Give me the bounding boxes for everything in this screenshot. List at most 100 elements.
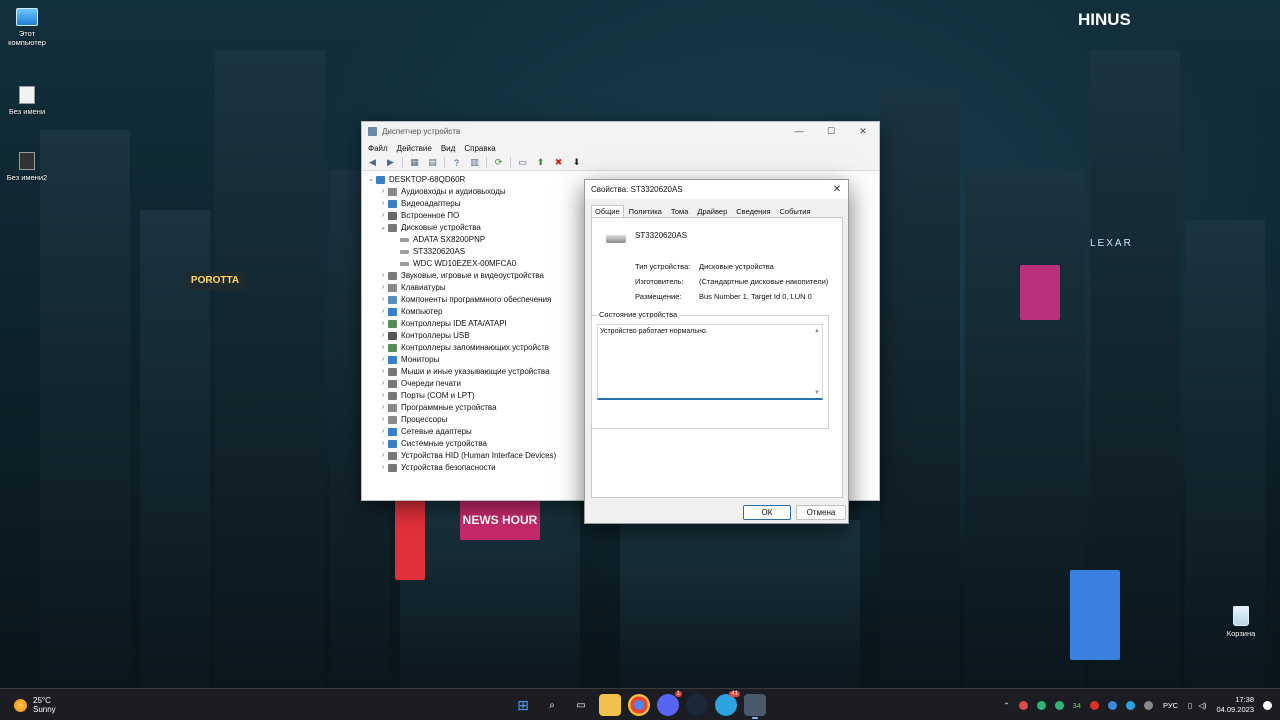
chevron-right-icon[interactable]: › [378, 462, 388, 474]
chevron-right-icon[interactable]: › [378, 378, 388, 390]
help-icon[interactable]: ? [450, 157, 463, 168]
ok-button[interactable]: ОК [743, 505, 791, 520]
chevron-right-icon[interactable]: › [378, 294, 388, 306]
device-manager-taskbar-icon[interactable] [744, 694, 766, 719]
status-legend: Состояние устройства [597, 310, 680, 319]
back-arrow-icon[interactable]: ◀ [366, 157, 379, 168]
menu-view[interactable]: Вид [441, 144, 455, 153]
wallpaper-sign-hinus: HINUS [1078, 10, 1131, 29]
status-textbox[interactable]: Устройство работает нормально. ▲ ▼ [597, 324, 823, 400]
tray-app-icon[interactable] [1018, 700, 1028, 710]
chevron-right-icon[interactable]: › [378, 330, 388, 342]
search-icon[interactable]: ⌕ [541, 694, 563, 716]
tree-node-label: Встроенное ПО [401, 211, 460, 220]
device-category-icon [388, 368, 397, 376]
chevron-down-icon[interactable]: ⌄ [366, 174, 376, 186]
scroll-up-icon[interactable]: ▲ [814, 328, 820, 334]
tab-strip: Общие Политика Тома Драйвер Сведения Соб… [585, 199, 848, 219]
menu-action[interactable]: Действие [397, 144, 432, 153]
chevron-right-icon[interactable]: › [378, 366, 388, 378]
maximize-button[interactable]: ☐ [815, 126, 847, 137]
chevron-right-icon[interactable]: › [378, 186, 388, 198]
properties-dialog[interactable]: Свойства: ST3320620AS ✕ Общие Политика Т… [584, 179, 849, 524]
volume-icon[interactable]: ◁) [1198, 701, 1206, 710]
desktop-icon-unnamed[interactable]: Без имени [0, 86, 54, 116]
desktop-icon-recycle-bin[interactable]: Корзина [1214, 606, 1268, 638]
disable-icon[interactable]: ⬇ [570, 157, 583, 168]
menu-file[interactable]: Файл [368, 144, 388, 153]
cancel-button[interactable]: Отмена [796, 505, 846, 520]
minimize-button[interactable]: — [783, 126, 815, 137]
network-icon[interactable]: ▯ [1188, 701, 1192, 710]
scan-hardware-icon[interactable]: ⟳ [492, 157, 505, 168]
clock-time: 17:38 [1235, 695, 1254, 704]
tray-app-icon[interactable] [1036, 700, 1046, 710]
device-category-icon [388, 452, 397, 460]
tree-node-label: Компьютер [401, 307, 443, 316]
monitor-icon[interactable]: ▭ [516, 157, 529, 168]
details-icon[interactable]: ▥ [468, 157, 481, 168]
chevron-right-icon[interactable]: › [378, 438, 388, 450]
clock-date: 04.09.2023 [1216, 705, 1254, 714]
update-driver-icon[interactable]: ⬆ [534, 157, 547, 168]
chevron-right-icon[interactable]: › [378, 210, 388, 222]
chevron-right-icon[interactable]: › [378, 402, 388, 414]
chevron-right-icon[interactable]: › [378, 426, 388, 438]
chevron-right-icon[interactable]: › [378, 270, 388, 282]
menu-help[interactable]: Справка [464, 144, 495, 153]
chevron-right-icon[interactable]: › [378, 318, 388, 330]
steam-icon[interactable] [686, 694, 708, 716]
device-category-icon [388, 320, 397, 328]
chevron-right-icon[interactable]: › [378, 414, 388, 426]
close-button[interactable]: ✕ [847, 126, 879, 137]
start-button[interactable]: ⊞ [512, 694, 534, 716]
tree-node-label: Процессоры [401, 415, 448, 424]
clock[interactable]: 17:38 04.09.2023 [1216, 695, 1254, 715]
device-category-icon [388, 284, 397, 292]
chrome-icon[interactable] [628, 694, 650, 716]
file-explorer-icon[interactable] [599, 694, 621, 716]
device-category-icon [388, 200, 397, 208]
uninstall-icon[interactable]: ✖ [552, 157, 565, 168]
tree-leaf-label: ADATA SX8200PNP [413, 235, 486, 244]
device-category-icon [388, 224, 397, 232]
tray-app-icon[interactable] [1054, 700, 1064, 710]
chevron-right-icon[interactable]: › [378, 342, 388, 354]
tree-node-label: Программные устройства [401, 403, 497, 412]
disk-drive-icon [606, 235, 626, 243]
tray-app-icon[interactable] [1126, 700, 1136, 710]
chevron-down-icon[interactable]: ⌄ [378, 222, 388, 234]
close-icon[interactable]: ✕ [826, 184, 848, 195]
device-category-icon [388, 464, 397, 472]
task-view-icon[interactable]: ▭ [570, 694, 592, 716]
chevron-right-icon[interactable]: › [378, 354, 388, 366]
chevron-up-icon[interactable]: ⌃ [1003, 701, 1009, 710]
forward-arrow-icon[interactable]: ▶ [384, 157, 397, 168]
computer-icon [376, 176, 385, 184]
tree-node-label: Очереди печати [401, 379, 462, 388]
chevron-right-icon[interactable]: › [378, 450, 388, 462]
tray-counter[interactable]: 34 [1073, 701, 1081, 710]
desktop-icon-this-pc[interactable]: Этот компьютер [0, 8, 54, 47]
desktop-icon-unnamed2[interactable]: Без имени2 [0, 152, 54, 182]
manufacturer-label: Изготовитель: [635, 277, 684, 286]
show-hide-tree-icon[interactable]: ▦ [408, 157, 421, 168]
scroll-down-icon[interactable]: ▼ [814, 390, 820, 396]
language-indicator[interactable]: РУС [1163, 701, 1178, 710]
tree-node-label: Мыши и иные указывающие устройства [401, 367, 550, 376]
telegram-icon[interactable]: 41 [715, 691, 740, 716]
chevron-right-icon[interactable]: › [378, 390, 388, 402]
titlebar[interactable]: Диспетчер устройств — ☐ ✕ [362, 122, 879, 141]
properties-icon[interactable]: ▤ [426, 157, 439, 168]
microphone-icon[interactable] [1144, 700, 1154, 710]
notification-icon[interactable] [1263, 700, 1272, 710]
chevron-right-icon[interactable]: › [378, 282, 388, 294]
chevron-right-icon[interactable]: › [378, 198, 388, 210]
weather-widget[interactable]: 25°C Sunny [14, 696, 56, 714]
chevron-right-icon[interactable]: › [378, 306, 388, 318]
tray-app-icon[interactable] [1090, 700, 1100, 710]
tray-app-icon[interactable] [1108, 700, 1118, 710]
discord-icon[interactable]: 1 [657, 691, 682, 716]
device-name: ST3320620AS [635, 231, 688, 240]
dialog-titlebar[interactable]: Свойства: ST3320620AS ✕ [585, 180, 848, 199]
